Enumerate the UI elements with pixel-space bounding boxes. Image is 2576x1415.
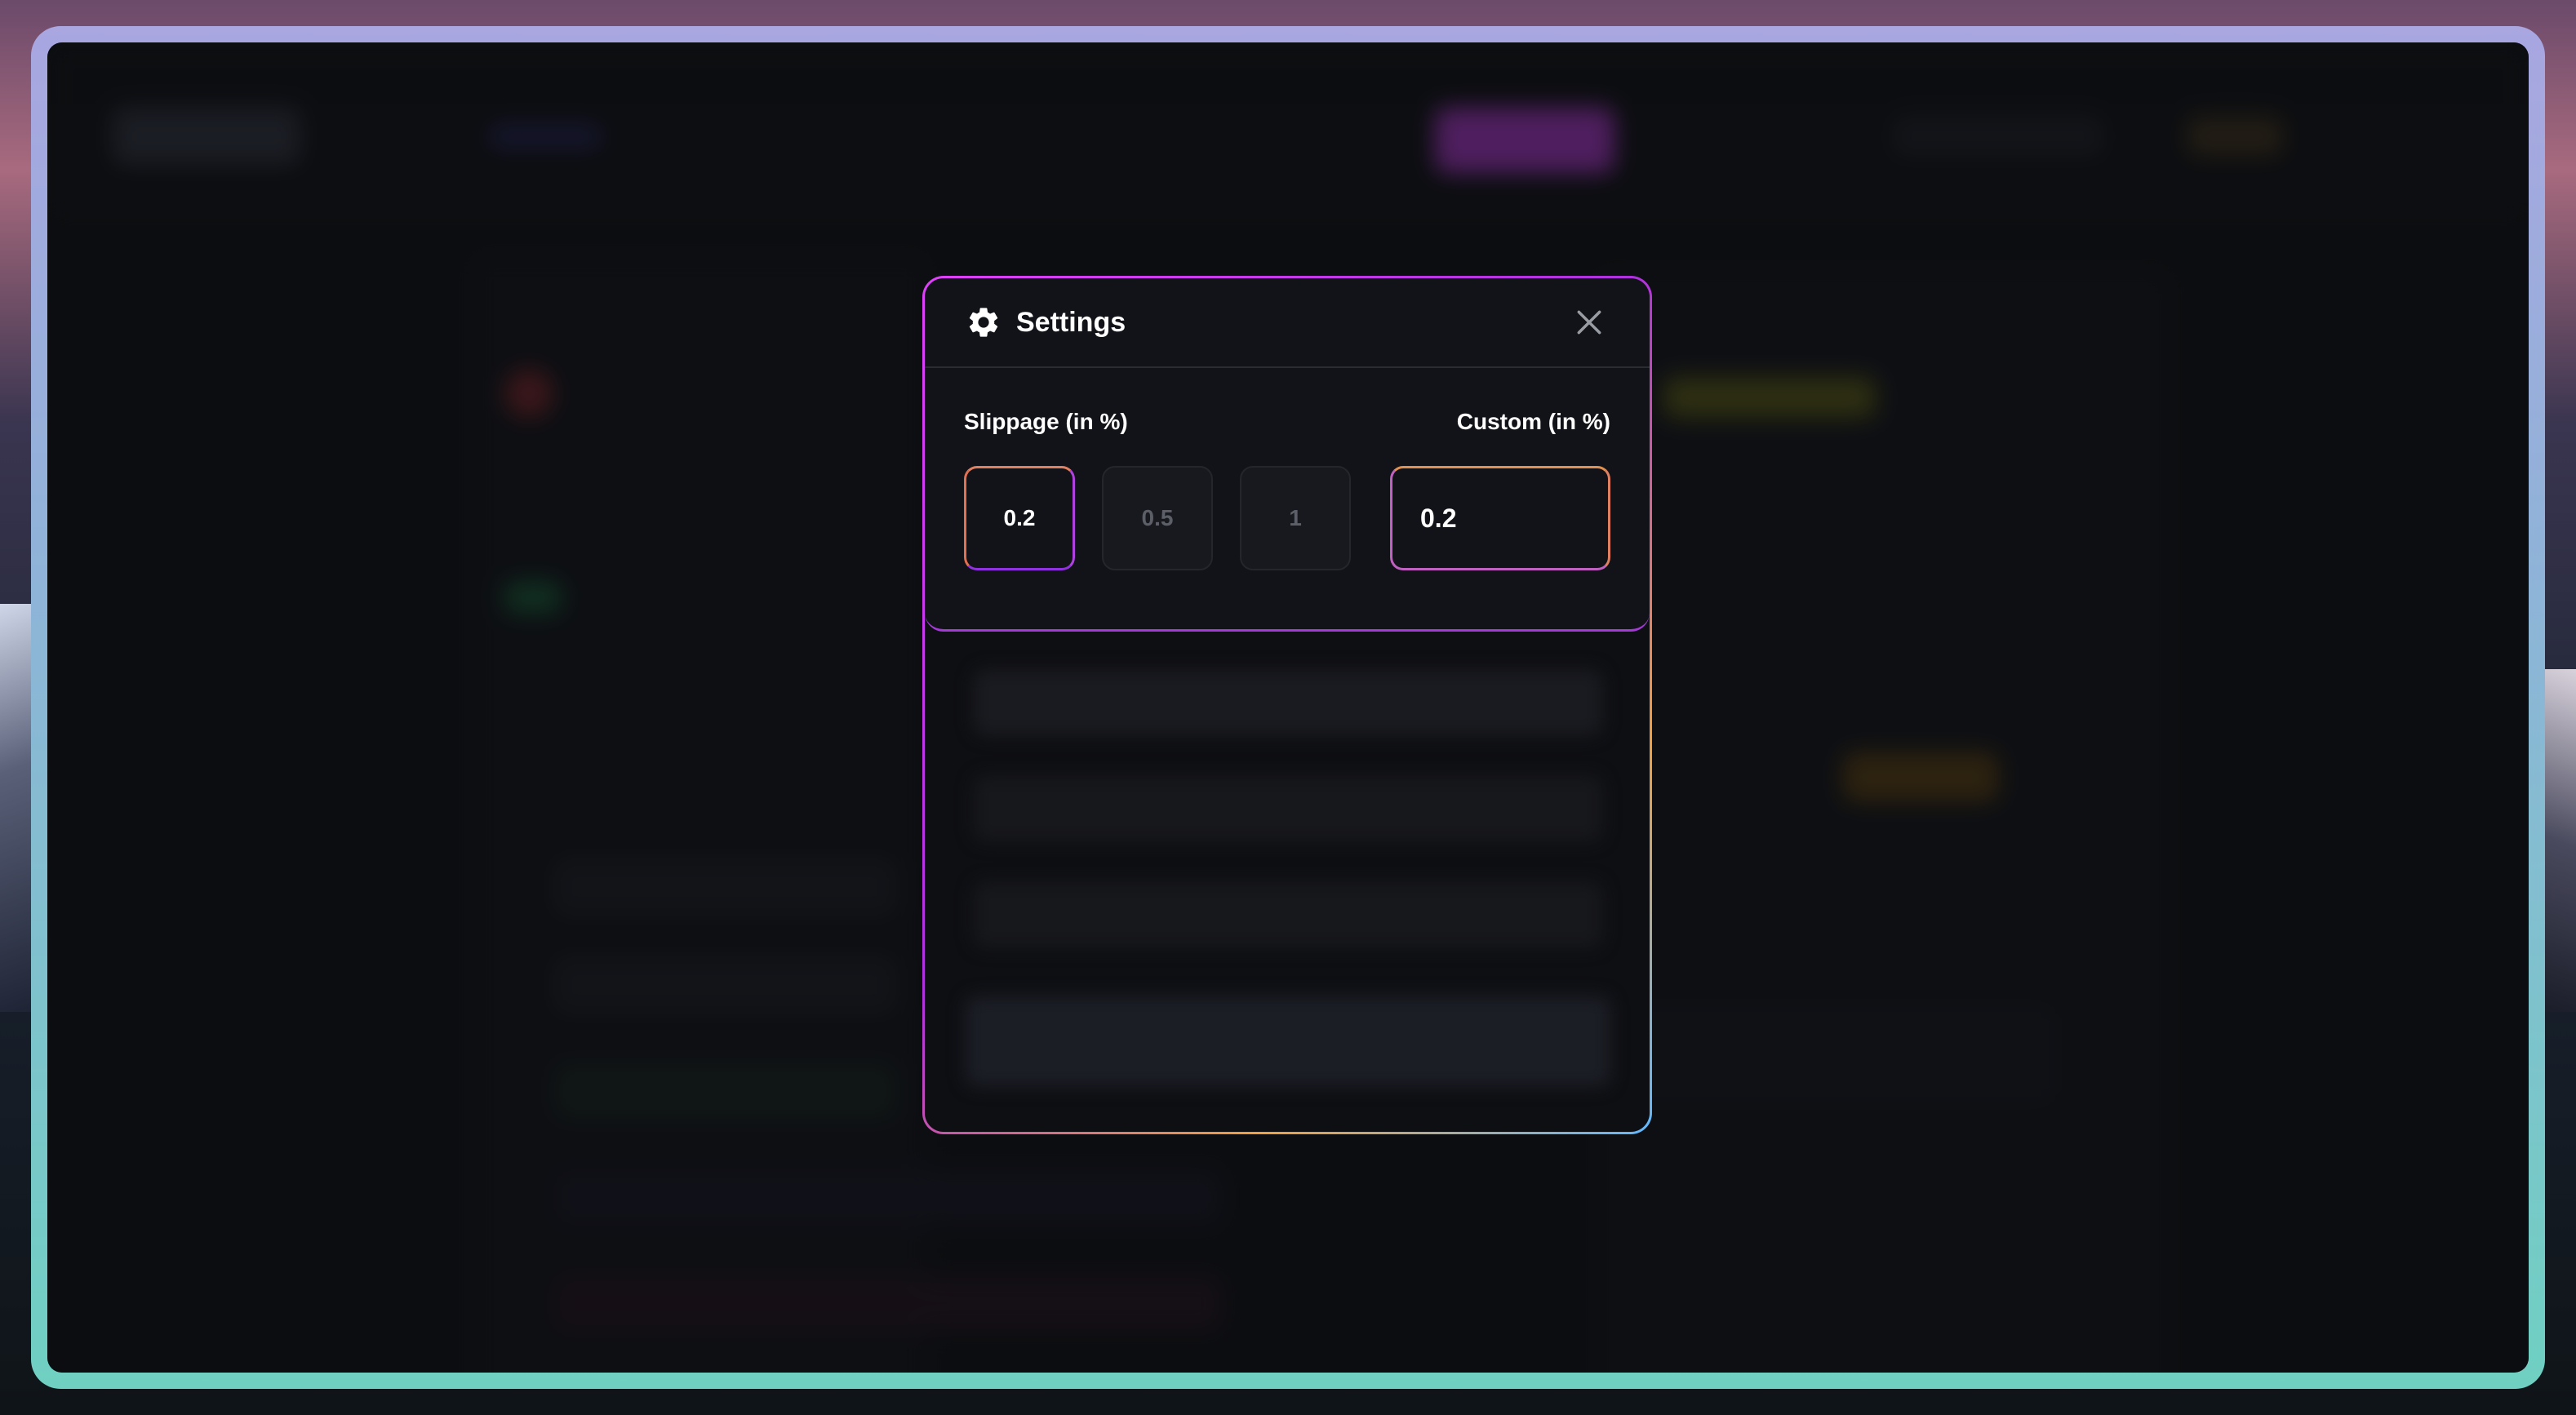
window-frame: Settings Slippage (in %) Custom (in %) 0… (31, 26, 2545, 1389)
blurred-submit-button (966, 996, 1610, 1086)
blurred-row (974, 776, 1602, 841)
close-button[interactable] (1570, 303, 1609, 342)
custom-slippage-input[interactable]: 0.2 (1390, 466, 1610, 570)
modal-header: Settings (925, 278, 1650, 368)
settings-modal-body: Settings Slippage (in %) Custom (in %) 0… (925, 278, 1650, 1132)
modal-title: Settings (1016, 306, 1126, 338)
slippage-options: 0.2 0.5 1 0.2 (925, 466, 1650, 570)
app-screen: Settings Slippage (in %) Custom (in %) 0… (47, 42, 2529, 1373)
blurred-row (974, 670, 1602, 735)
slippage-option-1[interactable]: 1 (1240, 466, 1351, 570)
slippage-option-0-5[interactable]: 0.5 (1102, 466, 1213, 570)
blurred-row (974, 882, 1602, 947)
settings-modal: Settings Slippage (in %) Custom (in %) 0… (922, 276, 1652, 1134)
slippage-label: Slippage (in %) (964, 409, 1128, 434)
gear-icon (966, 304, 1002, 340)
labels-row: Slippage (in %) Custom (in %) (925, 409, 1650, 435)
slippage-option-0-2[interactable]: 0.2 (964, 466, 1075, 570)
close-icon (1574, 307, 1605, 338)
settings-card: Settings Slippage (in %) Custom (in %) 0… (925, 278, 1650, 632)
custom-label: Custom (in %) (1456, 409, 1610, 434)
